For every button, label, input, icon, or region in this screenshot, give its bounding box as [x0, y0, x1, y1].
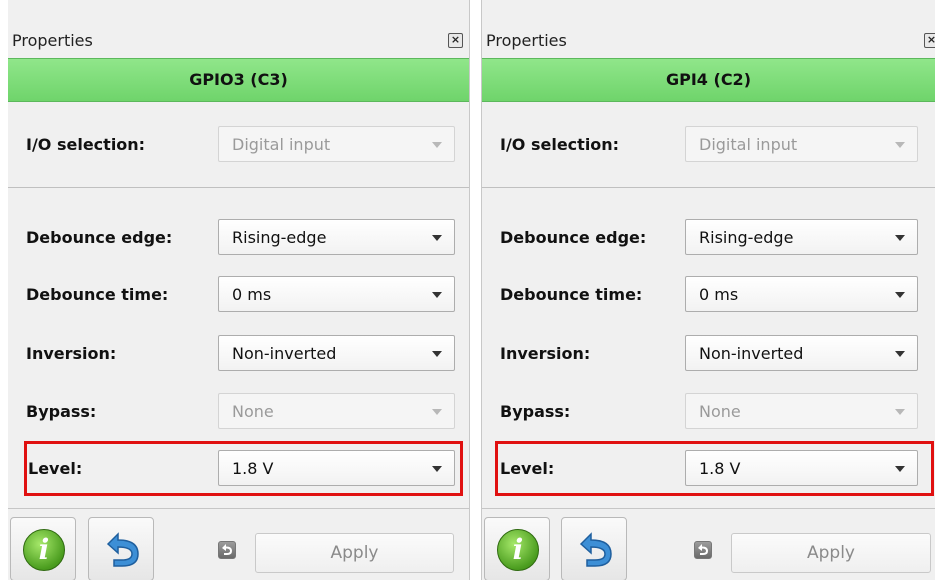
- level-value: 1.8 V: [232, 459, 274, 478]
- debounce-edge-dropdown[interactable]: Rising-edge: [685, 219, 918, 255]
- panel-footer: i Apply: [482, 508, 935, 580]
- undo-icon: [579, 532, 612, 567]
- bypass-value: None: [699, 402, 741, 421]
- io-section: I/O selection: Digital input: [482, 101, 935, 188]
- chevron-down-icon: [432, 351, 442, 357]
- io-selection-dropdown[interactable]: Digital input: [218, 126, 455, 162]
- inversion-value: Non-inverted: [232, 344, 337, 363]
- reset-icon[interactable]: [694, 541, 712, 559]
- inversion-dropdown[interactable]: Non-inverted: [218, 335, 455, 371]
- apply-button[interactable]: Apply: [255, 533, 454, 573]
- level-value: 1.8 V: [699, 459, 741, 478]
- debounce-time-row: Debounce time: 0 ms: [8, 274, 469, 314]
- io-selection-label: I/O selection:: [26, 135, 146, 154]
- panel-title: Properties: [486, 31, 567, 50]
- inversion-row: Inversion: Non-inverted: [482, 333, 935, 373]
- debounce-time-row: Debounce time: 0 ms: [482, 274, 935, 314]
- info-icon: i: [497, 529, 539, 571]
- close-icon[interactable]: ×: [448, 33, 463, 48]
- level-dropdown[interactable]: 1.8 V: [218, 450, 455, 486]
- undo-button[interactable]: [88, 517, 154, 580]
- debounce-edge-dropdown[interactable]: Rising-edge: [218, 219, 455, 255]
- chevron-down-icon: [895, 409, 905, 415]
- level-row: Level: 1.8 V: [482, 448, 935, 488]
- inversion-dropdown[interactable]: Non-inverted: [685, 335, 918, 371]
- close-icon[interactable]: ×: [924, 33, 935, 48]
- info-button[interactable]: i: [10, 517, 76, 580]
- chevron-down-icon: [895, 466, 905, 472]
- debounce-time-label: Debounce time:: [26, 285, 169, 304]
- inversion-row: Inversion: Non-inverted: [8, 333, 469, 373]
- debounce-time-value: 0 ms: [699, 285, 739, 304]
- bypass-value: None: [232, 402, 274, 421]
- info-icon: i: [23, 529, 65, 571]
- debounce-edge-label: Debounce edge:: [500, 228, 647, 247]
- panel-titlebar: Properties ×: [8, 24, 469, 58]
- panel-footer: i Apply: [8, 508, 469, 580]
- apply-button[interactable]: Apply: [731, 533, 931, 573]
- inversion-label: Inversion:: [26, 344, 117, 363]
- undo-icon: [106, 532, 139, 567]
- debounce-time-value: 0 ms: [232, 285, 272, 304]
- io-selection-value: Digital input: [232, 135, 331, 154]
- bypass-label: Bypass:: [26, 402, 97, 421]
- chevron-down-icon: [432, 142, 442, 148]
- panel-titlebar: Properties ×: [482, 24, 935, 58]
- bypass-row: Bypass: None: [482, 391, 935, 431]
- chevron-down-icon: [895, 235, 905, 241]
- inversion-value: Non-inverted: [699, 344, 804, 363]
- chevron-down-icon: [895, 142, 905, 148]
- chevron-down-icon: [432, 292, 442, 298]
- chevron-down-icon: [432, 235, 442, 241]
- bypass-label: Bypass:: [500, 402, 571, 421]
- bypass-row: Bypass: None: [8, 391, 469, 431]
- debounce-edge-value: Rising-edge: [232, 228, 327, 247]
- level-row: Level: 1.8 V: [8, 448, 469, 488]
- chevron-down-icon: [895, 292, 905, 298]
- level-label: Level:: [28, 459, 83, 478]
- undo-button[interactable]: [561, 517, 627, 580]
- io-selection-row: I/O selection: Digital input: [8, 124, 469, 164]
- io-selection-value: Digital input: [699, 135, 798, 154]
- bypass-dropdown[interactable]: None: [218, 393, 455, 429]
- io-selection-dropdown[interactable]: Digital input: [685, 126, 918, 162]
- inversion-label: Inversion:: [500, 344, 591, 363]
- info-button[interactable]: i: [484, 517, 550, 580]
- pin-header: GPI4 (C2): [482, 58, 935, 102]
- properties-panel-gpi4: Properties × GPI4 (C2) I/O selection: Di…: [481, 0, 935, 580]
- debounce-edge-row: Debounce edge: Rising-edge: [8, 217, 469, 257]
- debounce-edge-row: Debounce edge: Rising-edge: [482, 217, 935, 257]
- pin-header: GPIO3 (C3): [8, 58, 469, 102]
- io-selection-label: I/O selection:: [500, 135, 620, 154]
- chevron-down-icon: [432, 409, 442, 415]
- debounce-time-dropdown[interactable]: 0 ms: [218, 276, 455, 312]
- debounce-edge-value: Rising-edge: [699, 228, 794, 247]
- level-dropdown[interactable]: 1.8 V: [685, 450, 918, 486]
- chevron-down-icon: [895, 351, 905, 357]
- debounce-time-label: Debounce time:: [500, 285, 643, 304]
- panel-title: Properties: [12, 31, 93, 50]
- chevron-down-icon: [432, 466, 442, 472]
- debounce-edge-label: Debounce edge:: [26, 228, 173, 247]
- reset-icon[interactable]: [218, 541, 236, 559]
- debounce-time-dropdown[interactable]: 0 ms: [685, 276, 918, 312]
- properties-panel-gpio3: Properties × GPIO3 (C3) I/O selection: D…: [8, 0, 470, 580]
- bypass-dropdown[interactable]: None: [685, 393, 918, 429]
- io-selection-row: I/O selection: Digital input: [482, 124, 935, 164]
- level-label: Level:: [500, 459, 555, 478]
- io-section: I/O selection: Digital input: [8, 101, 469, 188]
